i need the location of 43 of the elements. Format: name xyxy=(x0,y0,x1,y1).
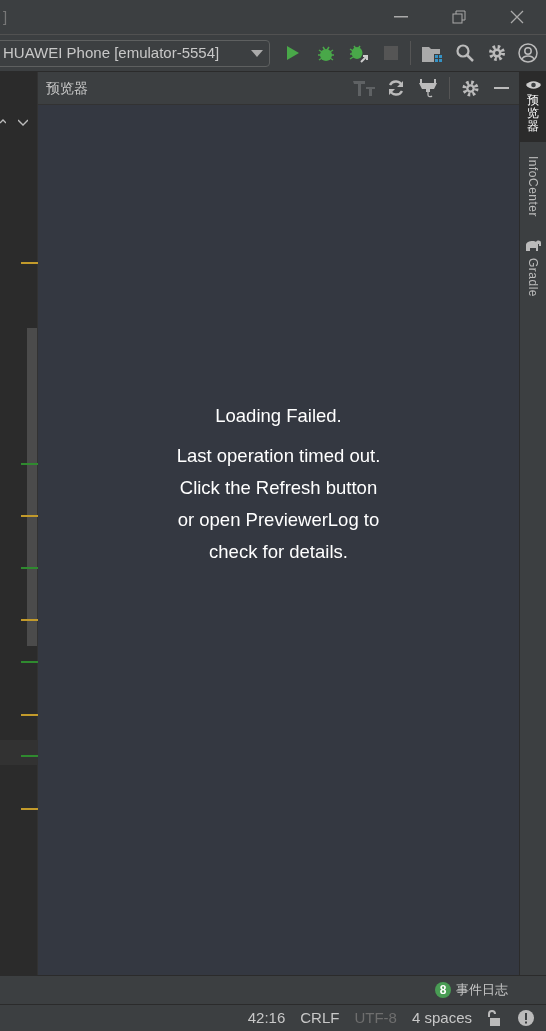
chevron-down-icon[interactable] xyxy=(18,119,28,126)
close-icon[interactable] xyxy=(510,10,524,24)
event-log-tab[interactable]: 8 事件日志 xyxy=(435,980,508,1000)
panel-title: 预览器 xyxy=(46,78,88,98)
change-marker[interactable] xyxy=(21,463,38,465)
caret-icon xyxy=(251,49,263,57)
settings-icon[interactable] xyxy=(462,79,479,97)
error-message: Last operation timed out. Click the Refresh button or open PreviewerLog to check for details. xyxy=(176,443,381,564)
device-dropdown[interactable]: HUAWEI Phone [emulator-5554] xyxy=(0,39,270,67)
status-item[interactable]: 4 spaces xyxy=(411,1006,472,1030)
change-marker[interactable] xyxy=(21,714,38,716)
folder-icon[interactable] xyxy=(422,44,442,62)
refresh-icon[interactable] xyxy=(387,79,405,97)
change-marker[interactable] xyxy=(21,619,38,621)
change-marker[interactable] xyxy=(21,661,38,663)
scrollbar-thumb[interactable] xyxy=(27,328,37,646)
account-icon[interactable] xyxy=(518,43,538,63)
status-item[interactable]: 42:16 xyxy=(247,1006,286,1030)
restore-icon[interactable] xyxy=(452,10,466,24)
side-tab[interactable]: Gradle xyxy=(519,230,546,305)
side-tab[interactable]: 预览器 xyxy=(519,72,546,142)
search-icon[interactable] xyxy=(456,44,474,62)
eye-icon xyxy=(525,80,541,90)
chevron-up-icon[interactable] xyxy=(0,118,6,125)
unlock-icon[interactable] xyxy=(486,1010,500,1026)
plug-icon[interactable] xyxy=(419,78,437,98)
minimize-icon[interactable] xyxy=(394,16,408,18)
change-marker[interactable] xyxy=(21,808,38,810)
change-marker[interactable] xyxy=(21,515,38,517)
alert-icon[interactable] xyxy=(518,1010,534,1026)
side-tab[interactable]: InfoCenter xyxy=(519,147,546,225)
bug-icon[interactable] xyxy=(317,44,335,62)
status-item[interactable]: CRLF xyxy=(300,1006,340,1030)
error-heading: Loading Failed. xyxy=(215,404,342,429)
change-marker[interactable] xyxy=(21,262,38,264)
change-marker[interactable] xyxy=(21,755,38,757)
elephant-icon xyxy=(525,238,541,252)
count-badge: 8 xyxy=(435,982,451,998)
bug-attach-icon[interactable] xyxy=(349,43,369,63)
window-title: ] xyxy=(3,6,8,27)
change-marker[interactable] xyxy=(21,567,38,569)
run-icon[interactable] xyxy=(286,45,300,61)
settings-icon[interactable] xyxy=(488,44,506,62)
